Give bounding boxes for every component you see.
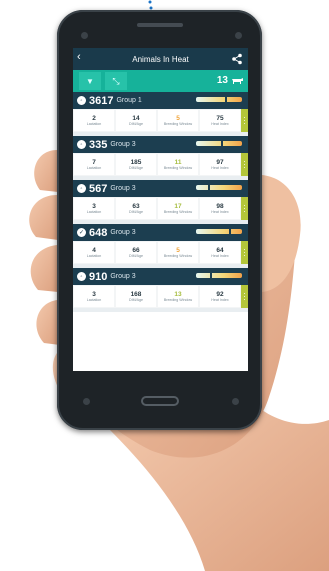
stat-dim: 63 DIM/Age [116, 198, 156, 219]
animal-card-header[interactable]: ◦ 567 Group 3 [73, 180, 248, 197]
heat-gauge-marker [209, 272, 212, 279]
animal-status-icon: ◦ [77, 96, 86, 105]
stat-lactation: 7 Lactation [74, 154, 114, 175]
heat-gauge [196, 140, 242, 147]
cow-icon [232, 78, 243, 84]
animal-stats: 3 Lactation 168 DIM/Age 13 Breeding Wind… [73, 285, 248, 308]
animal-id: 335 [89, 138, 108, 151]
animal-stats: 7 Lactation 185 DIM/Age 11 Breeding Wind… [73, 153, 248, 176]
animal-id: 910 [89, 270, 108, 283]
stat-lactation: 3 Lactation [74, 286, 114, 307]
stat-heat: 92 Heat Index [200, 286, 240, 307]
back-arrow-icon[interactable]: ‹ [77, 52, 81, 63]
animal-id: 567 [89, 182, 108, 195]
animal-status-icon: ◦ [77, 184, 86, 193]
stat-heat: 98 Heat Index [200, 198, 240, 219]
more-dots-icon[interactable] [241, 153, 248, 176]
stat-heat: 64 Heat Index [200, 242, 240, 263]
app-bar: ‹ Animals In Heat [73, 48, 248, 70]
animal-card[interactable]: ◦ 3617 Group 1 2 Lactation 14 DIM/Age 5 … [73, 92, 248, 136]
home-button[interactable] [141, 396, 179, 406]
stat-breeding: 5 Breeding Window [158, 110, 198, 131]
card-separator [73, 308, 248, 312]
stat-breeding: 11 Breeding Window [158, 154, 198, 175]
more-dots-icon[interactable] [241, 197, 248, 220]
page-title: Animals In Heat [132, 54, 189, 64]
more-dots-icon[interactable] [241, 241, 248, 264]
app-screen: ‹ Animals In Heat ▼ ⤡ 13 ◦ 3617 Group 1 … [73, 48, 248, 371]
animal-stats: 3 Lactation 63 DIM/Age 17 Breeding Windo… [73, 197, 248, 220]
animal-group: Group 3 [110, 141, 136, 148]
heat-gauge [196, 184, 242, 191]
stat-breeding: 5 Breeding Window [158, 242, 198, 263]
animal-card[interactable]: ✓ 648 Group 3 4 Lactation 66 DIM/Age 5 B… [73, 224, 248, 268]
phone-sensor [235, 32, 242, 39]
heat-gauge-marker [221, 140, 224, 147]
more-dots-icon[interactable] [241, 285, 248, 308]
animal-group: Group 3 [110, 273, 136, 280]
animal-card-header[interactable]: ◦ 910 Group 3 [73, 268, 248, 285]
phone-dot-right [232, 398, 239, 405]
phone-camera [81, 32, 88, 39]
stat-dim: 168 DIM/Age [116, 286, 156, 307]
heat-gauge [196, 228, 242, 235]
stat-dim: 66 DIM/Age [116, 242, 156, 263]
animal-id: 3617 [89, 94, 114, 107]
heat-gauge-marker [229, 228, 232, 235]
heat-gauge-marker [224, 96, 227, 103]
share-icon[interactable] [231, 53, 243, 65]
more-dots-icon[interactable] [241, 109, 248, 132]
heat-gauge [196, 272, 242, 279]
animal-status-icon: ◦ [77, 272, 86, 281]
animal-group: Group 1 [116, 97, 142, 104]
stat-lactation: 3 Lactation [74, 198, 114, 219]
stat-lactation: 4 Lactation [74, 242, 114, 263]
animal-card-header[interactable]: ✓ 648 Group 3 [73, 224, 248, 241]
heat-gauge [196, 96, 242, 103]
filter-toolbar: ▼ ⤡ 13 [73, 70, 248, 92]
filter-icon[interactable]: ▼ [79, 72, 101, 90]
phone-dot-left [83, 398, 90, 405]
heat-gauge-marker [207, 184, 210, 191]
animal-group: Group 3 [110, 185, 136, 192]
stat-dim: 185 DIM/Age [116, 154, 156, 175]
animal-group: Group 3 [110, 229, 136, 236]
stat-lactation: 2 Lactation [74, 110, 114, 131]
animal-stats: 2 Lactation 14 DIM/Age 5 Breeding Window… [73, 109, 248, 132]
animal-status-icon: ✓ [77, 228, 86, 237]
animal-card-header[interactable]: ◦ 3617 Group 1 [73, 92, 248, 109]
stat-breeding: 17 Breeding Window [158, 198, 198, 219]
stat-breeding: 13 Breeding Window [158, 286, 198, 307]
animal-card[interactable]: ◦ 910 Group 3 3 Lactation 168 DIM/Age 13… [73, 268, 248, 312]
animal-status-icon: ◦ [77, 140, 86, 149]
animal-list: ◦ 3617 Group 1 2 Lactation 14 DIM/Age 5 … [73, 92, 248, 312]
sort-icon[interactable]: ⤡ [105, 72, 127, 90]
animal-card[interactable]: ◦ 335 Group 3 7 Lactation 185 DIM/Age 11… [73, 136, 248, 180]
stat-heat: 97 Heat Index [200, 154, 240, 175]
stat-heat: 75 Heat Index [200, 110, 240, 131]
herd-count: 13 [216, 75, 228, 86]
phone-speaker [137, 23, 183, 27]
animal-card[interactable]: ◦ 567 Group 3 3 Lactation 63 DIM/Age 17 … [73, 180, 248, 224]
animal-card-header[interactable]: ◦ 335 Group 3 [73, 136, 248, 153]
animal-stats: 4 Lactation 66 DIM/Age 5 Breeding Window… [73, 241, 248, 264]
animal-id: 648 [89, 226, 108, 239]
stat-dim: 14 DIM/Age [116, 110, 156, 131]
